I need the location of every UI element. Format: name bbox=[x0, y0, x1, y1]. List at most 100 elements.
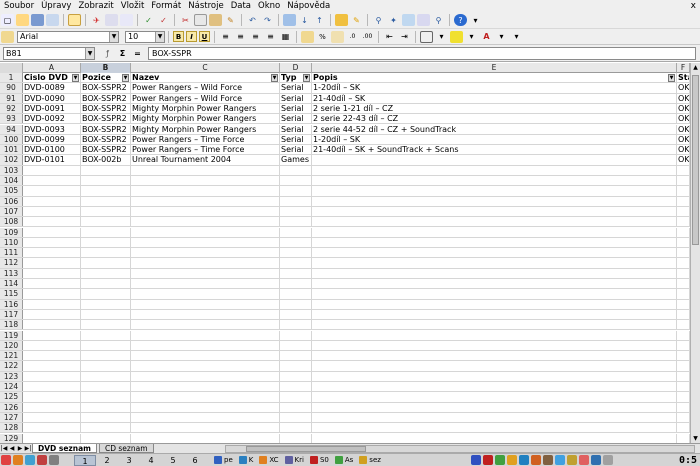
merge-cells-icon[interactable]: ▦ bbox=[279, 31, 292, 43]
background-color-icon[interactable] bbox=[450, 30, 463, 43]
table-cell[interactable] bbox=[280, 340, 312, 351]
tray-app-icon[interactable] bbox=[567, 455, 577, 465]
table-cell[interactable] bbox=[131, 371, 280, 381]
table-cell[interactable] bbox=[280, 361, 312, 371]
hyperlink-icon[interactable] bbox=[283, 14, 296, 26]
table-cell[interactable]: OK bbox=[677, 93, 690, 103]
table-cell[interactable] bbox=[280, 351, 312, 361]
table-cell[interactable] bbox=[312, 155, 677, 165]
table-cell[interactable] bbox=[131, 309, 280, 320]
table-cell[interactable] bbox=[23, 423, 81, 433]
row-header[interactable]: 126 bbox=[0, 402, 23, 412]
table-cell[interactable] bbox=[131, 299, 280, 309]
column-title-cell[interactable]: Cislo DVD ▼ bbox=[23, 73, 81, 83]
table-cell[interactable] bbox=[23, 433, 81, 443]
add-decimal-icon[interactable]: .0 bbox=[346, 31, 359, 43]
table-cell[interactable] bbox=[131, 433, 280, 443]
table-cell[interactable]: Mighty Morphin Power Rangers bbox=[131, 124, 280, 134]
row-header[interactable]: 121 bbox=[0, 351, 23, 361]
table-cell[interactable]: OK bbox=[677, 124, 690, 134]
select-all-corner[interactable] bbox=[0, 63, 23, 73]
paste-icon[interactable] bbox=[209, 14, 222, 26]
table-cell[interactable] bbox=[280, 382, 312, 392]
column-title-cell[interactable]: Sta bbox=[677, 73, 690, 83]
table-cell[interactable] bbox=[81, 382, 131, 392]
prev-sheet-icon[interactable]: ◀ bbox=[8, 445, 16, 452]
row-header[interactable]: 115 bbox=[0, 289, 23, 299]
table-cell[interactable] bbox=[677, 433, 690, 443]
table-cell[interactable] bbox=[677, 176, 690, 186]
column-header-e[interactable]: E bbox=[312, 63, 677, 73]
close-icon[interactable]: x bbox=[691, 0, 696, 12]
table-cell[interactable] bbox=[23, 351, 81, 361]
table-cell[interactable] bbox=[23, 309, 81, 320]
table-cell[interactable] bbox=[81, 248, 131, 258]
table-cell[interactable] bbox=[131, 392, 280, 402]
table-cell[interactable] bbox=[280, 258, 312, 268]
column-title-cell[interactable]: Typ ▼ bbox=[280, 73, 312, 83]
vertical-scrollbar[interactable]: ▲ ▼ bbox=[690, 63, 700, 443]
chevron-down-icon[interactable]: ▾ bbox=[465, 31, 478, 43]
table-cell[interactable] bbox=[131, 258, 280, 268]
table-cell[interactable] bbox=[81, 289, 131, 299]
table-cell[interactable] bbox=[677, 248, 690, 258]
row-header[interactable]: 91 bbox=[0, 93, 23, 103]
table-cell[interactable] bbox=[677, 351, 690, 361]
column-header-a[interactable]: A bbox=[23, 63, 81, 73]
table-cell[interactable] bbox=[131, 340, 280, 351]
row-header[interactable]: 116 bbox=[0, 299, 23, 309]
row-header[interactable]: 120 bbox=[0, 340, 23, 351]
table-cell[interactable]: OK bbox=[677, 155, 690, 165]
menu-item-soubor[interactable]: Soubor bbox=[4, 0, 34, 12]
row-header[interactable]: 129 bbox=[0, 433, 23, 443]
table-cell[interactable] bbox=[131, 237, 280, 248]
table-cell[interactable] bbox=[677, 165, 690, 175]
table-cell[interactable] bbox=[131, 279, 280, 289]
table-cell[interactable] bbox=[280, 402, 312, 412]
desktop-2[interactable]: 2 bbox=[96, 455, 118, 466]
task-button[interactable]: Kri bbox=[283, 455, 306, 466]
function-wizard-icon[interactable]: ƒ bbox=[101, 47, 114, 59]
row-header[interactable]: 111 bbox=[0, 248, 23, 258]
function-icon[interactable]: = bbox=[131, 47, 144, 59]
table-cell[interactable] bbox=[81, 340, 131, 351]
tray-app-icon[interactable] bbox=[507, 455, 517, 465]
table-cell[interactable] bbox=[23, 196, 81, 206]
scroll-up-icon[interactable]: ▲ bbox=[691, 63, 700, 72]
table-cell[interactable] bbox=[312, 186, 677, 196]
table-cell[interactable] bbox=[131, 361, 280, 371]
table-cell[interactable]: Power Rangers – Wild Force bbox=[131, 93, 280, 103]
table-cell[interactable] bbox=[677, 412, 690, 423]
row-header[interactable]: 103 bbox=[0, 165, 23, 175]
table-cell[interactable]: Power Rangers – Time Force bbox=[131, 134, 280, 145]
table-cell[interactable] bbox=[131, 320, 280, 330]
desktop-6[interactable]: 6 bbox=[184, 455, 206, 466]
first-sheet-icon[interactable]: |◀ bbox=[0, 445, 8, 452]
table-cell[interactable] bbox=[280, 433, 312, 443]
table-cell[interactable] bbox=[677, 423, 690, 433]
tray-app-icon[interactable] bbox=[495, 455, 505, 465]
help-icon[interactable]: ? bbox=[454, 14, 467, 26]
table-cell[interactable]: BOX-SSPR2 bbox=[81, 83, 131, 93]
table-cell[interactable] bbox=[23, 392, 81, 402]
sort-descending-icon[interactable]: ↑ bbox=[313, 14, 326, 26]
table-cell[interactable] bbox=[280, 299, 312, 309]
tray-app-icon[interactable] bbox=[519, 455, 529, 465]
table-cell[interactable] bbox=[23, 402, 81, 412]
table-cell[interactable] bbox=[280, 423, 312, 433]
table-cell[interactable] bbox=[81, 330, 131, 340]
percent-format-icon[interactable]: % bbox=[316, 31, 329, 43]
table-cell[interactable] bbox=[677, 227, 690, 237]
table-cell[interactable] bbox=[81, 351, 131, 361]
print-icon[interactable] bbox=[105, 14, 118, 26]
filter-dropdown-icon[interactable]: ▼ bbox=[72, 74, 79, 82]
print-preview-icon[interactable] bbox=[120, 14, 133, 26]
redo-icon[interactable]: ↷ bbox=[261, 14, 274, 26]
next-sheet-icon[interactable]: ▶ bbox=[16, 445, 24, 452]
row-header[interactable]: 104 bbox=[0, 176, 23, 186]
row-header[interactable]: 123 bbox=[0, 371, 23, 381]
table-cell[interactable] bbox=[81, 433, 131, 443]
table-cell[interactable] bbox=[23, 289, 81, 299]
table-cell[interactable]: 1-20díl – SK bbox=[312, 134, 677, 145]
table-cell[interactable] bbox=[677, 217, 690, 227]
